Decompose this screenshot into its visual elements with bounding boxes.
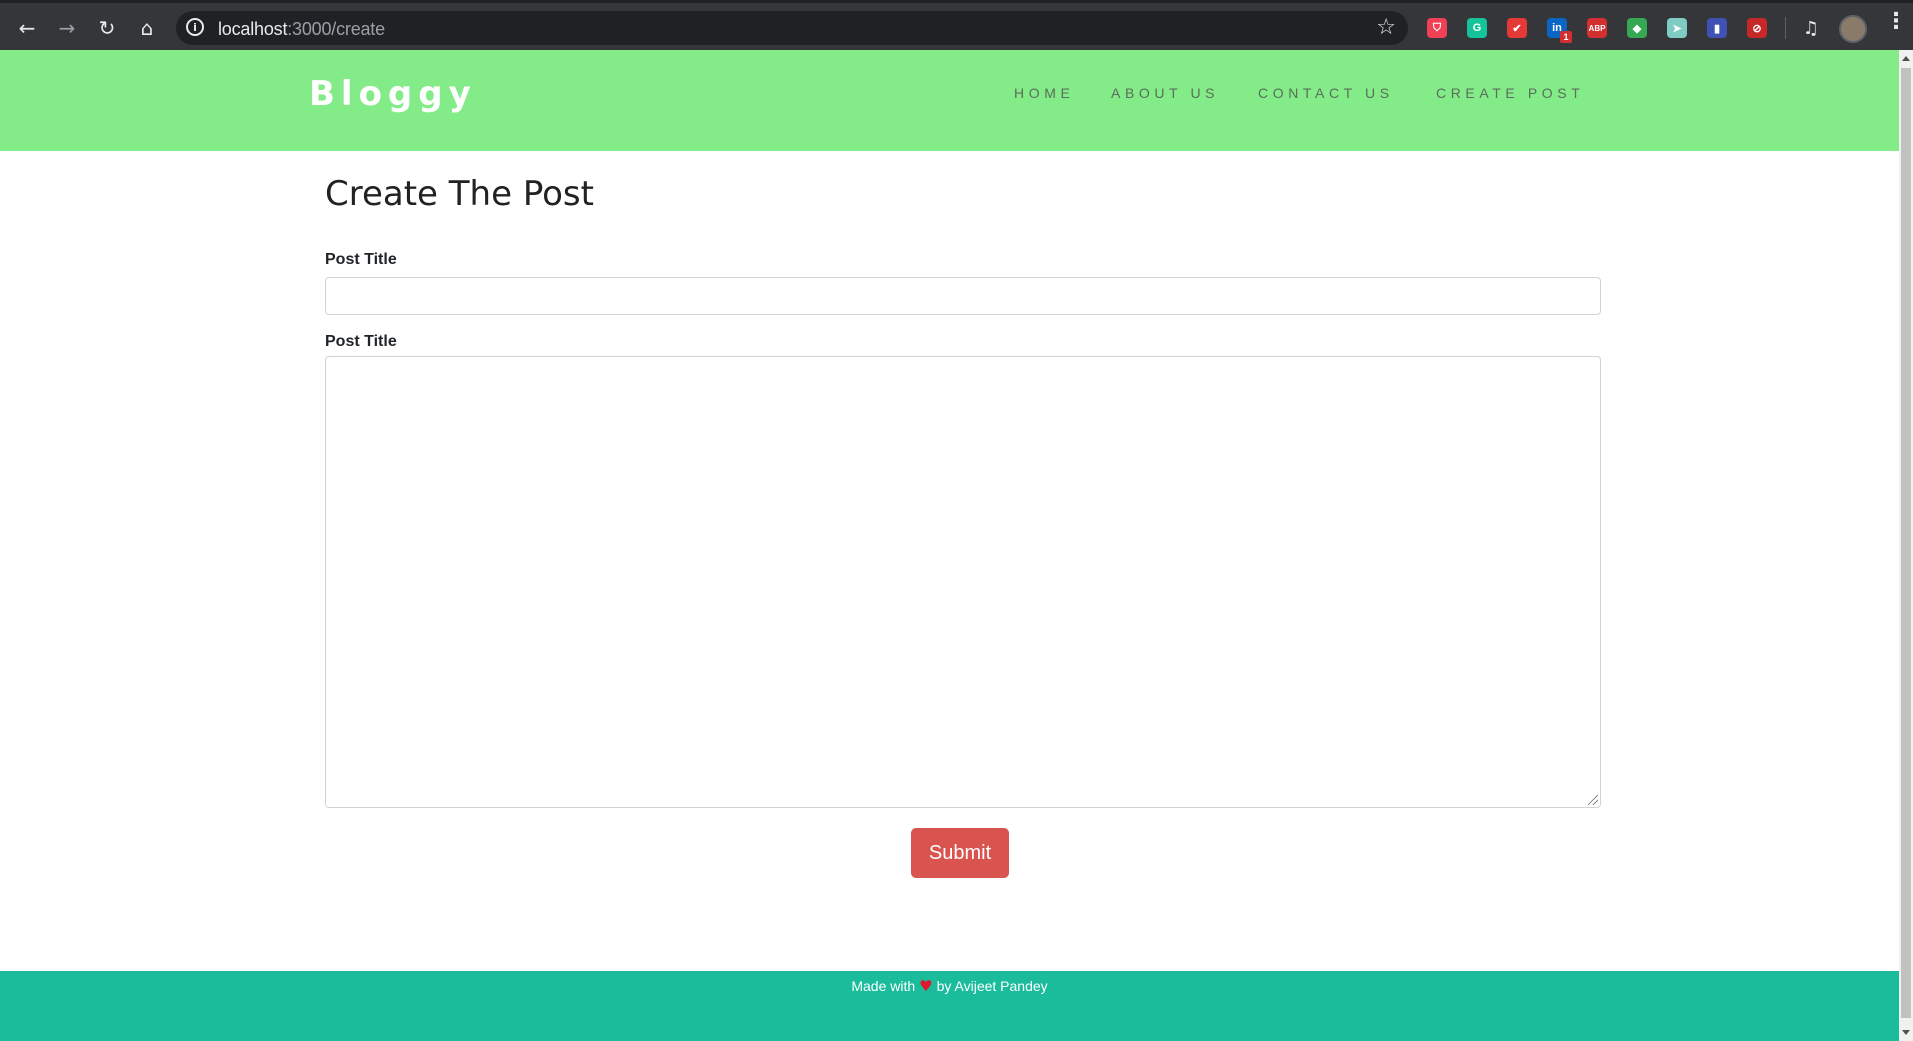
site-header: Bloggy HOME ABOUT US CONTACT US CREATE P…	[0, 50, 1899, 151]
toolbar-divider	[1785, 17, 1786, 39]
footer-credit: Made with ♥ by Avijeet Pandey	[0, 977, 1899, 995]
post-title-label: Post Title	[325, 251, 397, 268]
adblock-plus-icon[interactable]: ABP	[1587, 18, 1607, 38]
vertical-scrollbar[interactable]	[1899, 50, 1913, 1041]
scrollbar-thumb[interactable]	[1901, 68, 1911, 1018]
blocked-icon[interactable]: ⊘	[1747, 18, 1767, 38]
post-content-label: Post Title	[325, 333, 397, 350]
resize-handle-icon[interactable]	[1588, 795, 1598, 805]
extension-red-icon[interactable]: ✔	[1507, 18, 1527, 38]
extension-flag-icon[interactable]: ▮	[1707, 18, 1727, 38]
address-bar[interactable]: i localhost:3000/create ☆	[176, 11, 1408, 45]
url-path: :3000/create	[287, 19, 385, 39]
scroll-up-arrow-icon[interactable]	[1902, 56, 1910, 61]
send-icon[interactable]: ➤	[1667, 18, 1687, 38]
linkedin-icon[interactable]: in 1	[1547, 18, 1572, 43]
address-url[interactable]: localhost:3000/create	[218, 19, 385, 40]
site-footer: Made with ♥ by Avijeet Pandey	[0, 971, 1899, 1041]
footer-suffix: by Avijeet Pandey	[936, 978, 1048, 994]
heart-icon: ♥	[919, 977, 933, 995]
nav-create-post[interactable]: CREATE POST	[1436, 85, 1584, 101]
pocket-icon[interactable]: ⛉	[1427, 18, 1447, 38]
url-host: localhost	[218, 19, 288, 39]
site-info-icon[interactable]: i	[186, 18, 204, 36]
nav-contact-us[interactable]: CONTACT US	[1258, 85, 1394, 101]
post-content-textarea[interactable]	[325, 356, 1601, 808]
home-icon[interactable]: ⌂	[134, 15, 160, 41]
nav-about-us[interactable]: ABOUT US	[1111, 85, 1219, 101]
page-viewport: Bloggy HOME ABOUT US CONTACT US CREATE P…	[0, 50, 1899, 1041]
scroll-down-arrow-icon[interactable]	[1902, 1030, 1910, 1035]
submit-button[interactable]: Submit	[911, 828, 1009, 878]
profile-avatar[interactable]	[1839, 15, 1867, 43]
google-drive-icon[interactable]: ◆	[1627, 18, 1647, 38]
reload-icon[interactable]: ↻	[94, 15, 120, 41]
media-controls-icon[interactable]: ♫	[1798, 15, 1824, 41]
post-title-input[interactable]	[325, 277, 1601, 315]
page-title: Create The Post	[325, 174, 594, 214]
forward-icon[interactable]: →	[54, 15, 80, 41]
browser-toolbar: ← → ↻ ⌂ i localhost:3000/create ☆ ⛉ G ✔ in 1…	[0, 0, 1913, 50]
back-icon[interactable]: ←	[14, 15, 40, 41]
footer-prefix: Made with	[851, 978, 916, 994]
grammarly-icon[interactable]: G	[1467, 18, 1487, 38]
bookmark-star-icon[interactable]: ☆	[1376, 15, 1396, 40]
extension-badge: 1	[1560, 31, 1572, 43]
brand-logo[interactable]: Bloggy	[309, 74, 477, 114]
nav-home[interactable]: HOME	[1014, 85, 1074, 101]
menu-kebab-icon[interactable]: ⋮	[1885, 11, 1907, 41]
